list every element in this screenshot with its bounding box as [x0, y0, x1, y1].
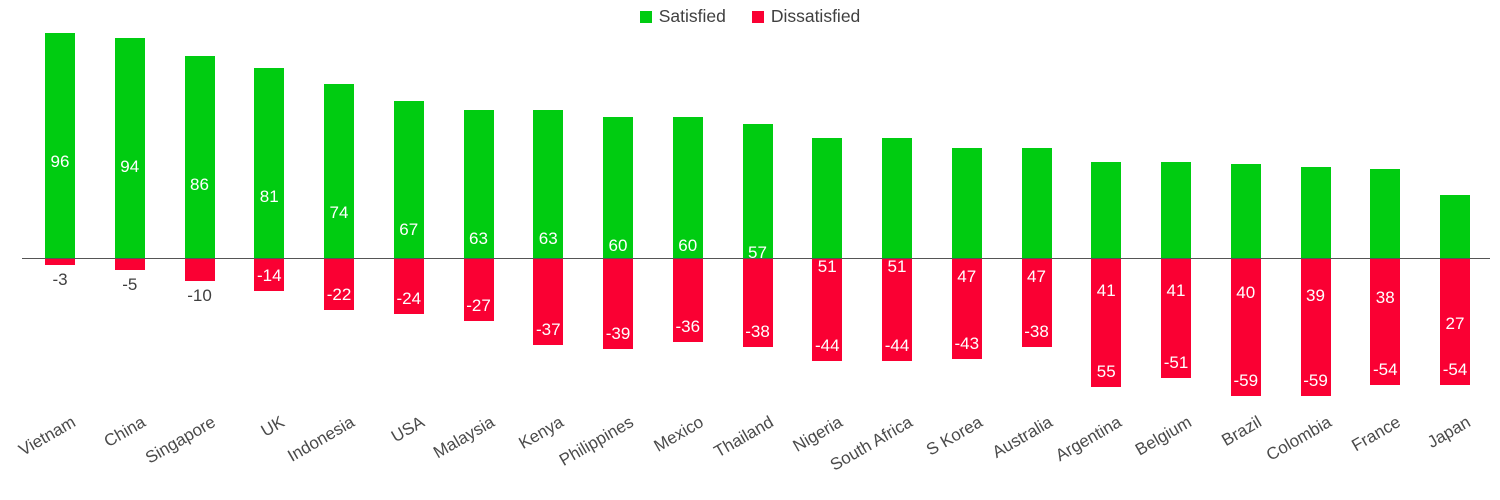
bar-value-dissatisfied: -51: [1163, 352, 1189, 372]
bar-satisfied[interactable]: [1300, 166, 1331, 258]
bar-value-dissatisfied: -59: [1303, 371, 1328, 391]
bar-value-satisfied: 96: [50, 151, 70, 171]
bar-value-dissatisfied: -54: [1372, 359, 1398, 379]
bar-value-satisfied: 63: [469, 229, 488, 249]
bar-value-dissatisfied: -14: [256, 265, 282, 285]
bar-value-satisfied: 38: [1375, 287, 1395, 307]
bar-dissatisfied[interactable]: [114, 258, 145, 270]
plot-area: 96 -3 Vietnam 94 -5 China 86 -10 Singapore 81 -14 U…: [0, 0, 1500, 500]
bar-satisfied[interactable]: [882, 138, 912, 258]
bar-dissatisfied[interactable]: [184, 258, 215, 282]
bar-value-satisfied: 39: [1306, 285, 1325, 305]
bar-value-satisfied: 57: [748, 243, 767, 263]
bar-dissatisfied[interactable]: [45, 258, 75, 266]
satisfaction-bar-chart: Satisfied Dissatisfied 96 -3 Vietnam 94 -5 Ch…: [0, 0, 1500, 500]
bar-value-satisfied: 41: [1096, 280, 1116, 300]
bar-value-satisfied: 27: [1445, 313, 1465, 333]
bar-value-dissatisfied: -27: [466, 296, 491, 316]
bar-satisfied[interactable]: [1161, 161, 1191, 258]
bar-value-dissatisfied: -44: [884, 336, 910, 356]
bar-value-satisfied: 47: [1027, 266, 1046, 286]
bar-value-satisfied: 40: [1236, 283, 1256, 303]
bar-satisfied[interactable]: [951, 147, 982, 258]
bar-satisfied[interactable]: [1091, 161, 1122, 258]
bar-value-dissatisfied: 55: [1096, 361, 1116, 381]
bar-value-dissatisfied: -39: [605, 324, 631, 344]
bar-value-satisfied: 63: [538, 229, 558, 249]
bar-value-dissatisfied: -10: [187, 286, 212, 306]
bar-satisfied[interactable]: [1440, 194, 1470, 258]
bar-value-dissatisfied: -38: [1024, 322, 1049, 342]
bar-satisfied[interactable]: [324, 84, 354, 258]
bar-value-satisfied: 60: [678, 236, 698, 256]
bar-satisfied[interactable]: [254, 68, 285, 258]
bar-value-satisfied: 47: [957, 266, 977, 286]
bar-value-dissatisfied: -59: [1233, 371, 1259, 391]
bar-value-dissatisfied: -3: [52, 270, 68, 290]
bar-value-dissatisfied: -38: [745, 322, 770, 342]
bar-value-satisfied: 41: [1166, 280, 1186, 300]
bar-satisfied[interactable]: [742, 124, 773, 258]
bar-value-satisfied: 86: [190, 175, 209, 195]
bar-value-satisfied: 81: [259, 187, 279, 207]
bar-value-satisfied: 74: [329, 203, 349, 223]
bar-value-dissatisfied: -44: [814, 336, 840, 356]
bar-value-satisfied: 60: [608, 236, 628, 256]
bar-value-dissatisfied: -5: [122, 274, 138, 294]
bar-value-satisfied: 94: [120, 156, 140, 176]
bar-value-dissatisfied: -22: [326, 284, 352, 304]
bar-satisfied[interactable]: [184, 56, 215, 258]
bar-satisfied[interactable]: [1021, 147, 1052, 258]
bar-satisfied[interactable]: [1370, 168, 1401, 258]
bar-value-satisfied: 67: [399, 219, 419, 239]
bar-satisfied[interactable]: [812, 138, 843, 258]
bar-value-dissatisfied: -54: [1442, 359, 1468, 379]
bar-satisfied[interactable]: [45, 32, 75, 258]
bar-satisfied[interactable]: [1230, 164, 1261, 258]
bar-satisfied[interactable]: [114, 37, 145, 258]
bar-value-dissatisfied: -43: [954, 333, 980, 353]
bar-value-dissatisfied: -37: [535, 319, 561, 339]
bar-value-dissatisfied: -24: [396, 289, 422, 309]
bar-value-satisfied: 51: [887, 257, 907, 277]
bar-value-satisfied: 51: [817, 257, 837, 277]
bar-value-dissatisfied: -36: [675, 317, 701, 337]
